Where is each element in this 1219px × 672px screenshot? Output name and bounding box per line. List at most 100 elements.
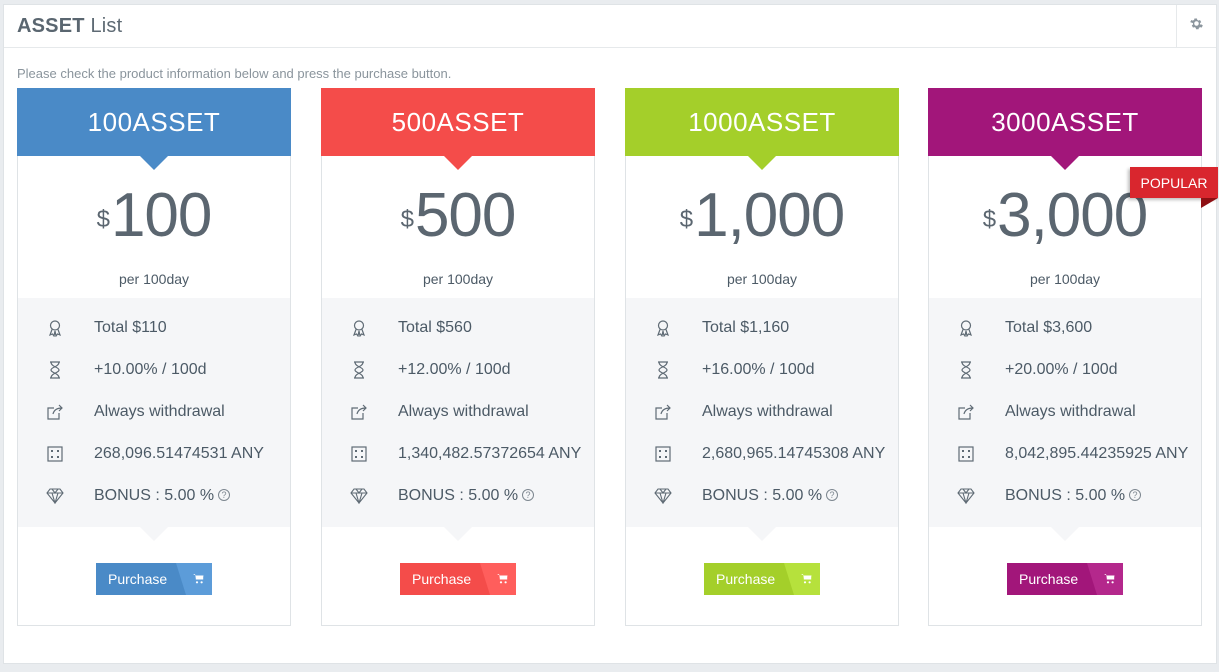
feature-text: BONUS : 5.00 %?: [94, 487, 231, 505]
question-circle-icon[interactable]: ?: [522, 488, 535, 501]
plan-price: $1,000: [626, 185, 898, 247]
feature-value: Always withdrawal: [1005, 403, 1136, 420]
plan-period: per 100day: [1029, 271, 1101, 287]
price-value: 3,000: [997, 181, 1148, 250]
award-icon: [46, 318, 64, 338]
feature-rate: +12.00% / 100d: [322, 360, 594, 380]
feature-value: 2,680,965.14745308 ANY: [702, 445, 886, 462]
feature-text: Always withdrawal: [1005, 403, 1136, 421]
plan-name: 500ASSET: [391, 106, 525, 137]
feature-value: Always withdrawal: [702, 403, 833, 420]
features-notch: [444, 527, 472, 541]
cart-icon: [480, 563, 516, 595]
feature-value: Total $560: [398, 319, 472, 336]
feature-total: Total $560: [322, 318, 594, 338]
feature-text: Always withdrawal: [702, 403, 833, 421]
feature-text: 1,340,482.57372654 ANY: [398, 445, 581, 463]
feature-text: 8,042,895.44235925 ANY: [1005, 445, 1188, 463]
feature-total: Total $110: [18, 318, 290, 338]
cart-icon: [784, 563, 820, 595]
currency-symbol: $: [982, 206, 996, 233]
feature-withdrawal: Always withdrawal: [18, 402, 290, 422]
features-list: Total $3,600 +20.00% / 100d Always withd…: [929, 298, 1201, 541]
feature-text: +10.00% / 100d: [94, 361, 207, 379]
hourglass-icon: [957, 360, 975, 380]
feature-rate: +16.00% / 100d: [626, 360, 898, 380]
calculator-icon: [46, 444, 64, 464]
plan-period: per 100day: [422, 271, 494, 287]
header-notch: [748, 156, 776, 170]
question-circle-icon[interactable]: ?: [1129, 488, 1142, 501]
header-notch: [444, 156, 472, 170]
feature-value: BONUS : 5.00 %: [702, 487, 823, 504]
feature-value: 8,042,895.44235925 ANY: [1005, 445, 1189, 462]
feature-value: 1,340,482.57372654 ANY: [398, 445, 582, 462]
plan-price: $100: [18, 185, 290, 247]
purchase-label: Purchase: [108, 571, 168, 587]
panel-header: ASSET List: [4, 5, 1216, 48]
page-title-bold: ASSET: [17, 15, 85, 37]
calculator-icon: [350, 444, 368, 464]
purchase-label: Purchase: [1019, 571, 1079, 587]
award-icon: [350, 318, 368, 338]
plan-name: 1000ASSET: [688, 106, 836, 137]
pricing-card: 100ASSET $100 per 100day Total $110 +10.…: [17, 88, 291, 626]
plan-header: 3000ASSET: [928, 88, 1202, 170]
share-icon: [654, 402, 672, 422]
plan-period: per 100day: [118, 271, 190, 287]
feature-text: Total $560: [398, 319, 472, 337]
purchase-button[interactable]: Purchase: [704, 563, 820, 595]
feature-value: Always withdrawal: [94, 403, 225, 420]
price-value: 500: [414, 181, 516, 250]
feature-amount: 1,340,482.57372654 ANY: [322, 444, 594, 464]
hourglass-icon: [350, 360, 368, 380]
diamond-icon: [957, 486, 975, 506]
calculator-icon: [957, 444, 975, 464]
purchase-button[interactable]: Purchase: [1007, 563, 1123, 595]
feature-bonus: BONUS : 5.00 %?: [626, 486, 898, 506]
feature-total: Total $3,600: [929, 318, 1201, 338]
features-notch: [1051, 527, 1079, 541]
cart-icon: [1087, 563, 1123, 595]
hourglass-icon: [46, 360, 64, 380]
feature-value: Always withdrawal: [398, 403, 529, 420]
currency-symbol: $: [400, 206, 414, 233]
header-notch: [1051, 156, 1079, 170]
purchase-button[interactable]: Purchase: [400, 563, 516, 595]
question-circle-icon[interactable]: ?: [218, 488, 231, 501]
features-list: Total $110 +10.00% / 100d Always withdra…: [18, 298, 290, 541]
feature-bonus: BONUS : 5.00 %?: [18, 486, 290, 506]
header-notch: [140, 156, 168, 170]
currency-symbol: $: [679, 206, 693, 233]
popular-ribbon-fold: [1201, 198, 1218, 208]
purchase-button[interactable]: Purchase: [96, 563, 212, 595]
plan-header: 1000ASSET: [625, 88, 899, 170]
features-notch: [140, 527, 168, 541]
gear-icon: [1190, 17, 1203, 35]
settings-button[interactable]: [1176, 5, 1216, 47]
page-title: ASSET List: [17, 15, 122, 38]
question-circle-icon[interactable]: ?: [826, 488, 839, 501]
feature-text: +12.00% / 100d: [398, 361, 511, 379]
plan-period: per 100day: [726, 271, 798, 287]
feature-total: Total $1,160: [626, 318, 898, 338]
price-value: 1,000: [694, 181, 845, 250]
pricing-card: 1000ASSET $1,000 per 100day Total $1,160…: [625, 88, 899, 626]
feature-rate: +10.00% / 100d: [18, 360, 290, 380]
purchase-label: Purchase: [716, 571, 776, 587]
share-icon: [957, 402, 975, 422]
features-notch: [748, 527, 776, 541]
feature-rate: +20.00% / 100d: [929, 360, 1201, 380]
feature-value: +20.00% / 100d: [1005, 361, 1118, 378]
feature-text: 268,096.51474531 ANY: [94, 445, 264, 463]
award-icon: [957, 318, 975, 338]
feature-text: BONUS : 5.00 %?: [702, 487, 839, 505]
page-title-rest: List: [90, 15, 123, 37]
feature-withdrawal: Always withdrawal: [626, 402, 898, 422]
plan-name: 100ASSET: [87, 106, 221, 137]
feature-text: 2,680,965.14745308 ANY: [702, 445, 885, 463]
diamond-icon: [350, 486, 368, 506]
purchase-label: Purchase: [412, 571, 472, 587]
price-value: 100: [110, 181, 212, 250]
plan-price: $500: [322, 185, 594, 247]
